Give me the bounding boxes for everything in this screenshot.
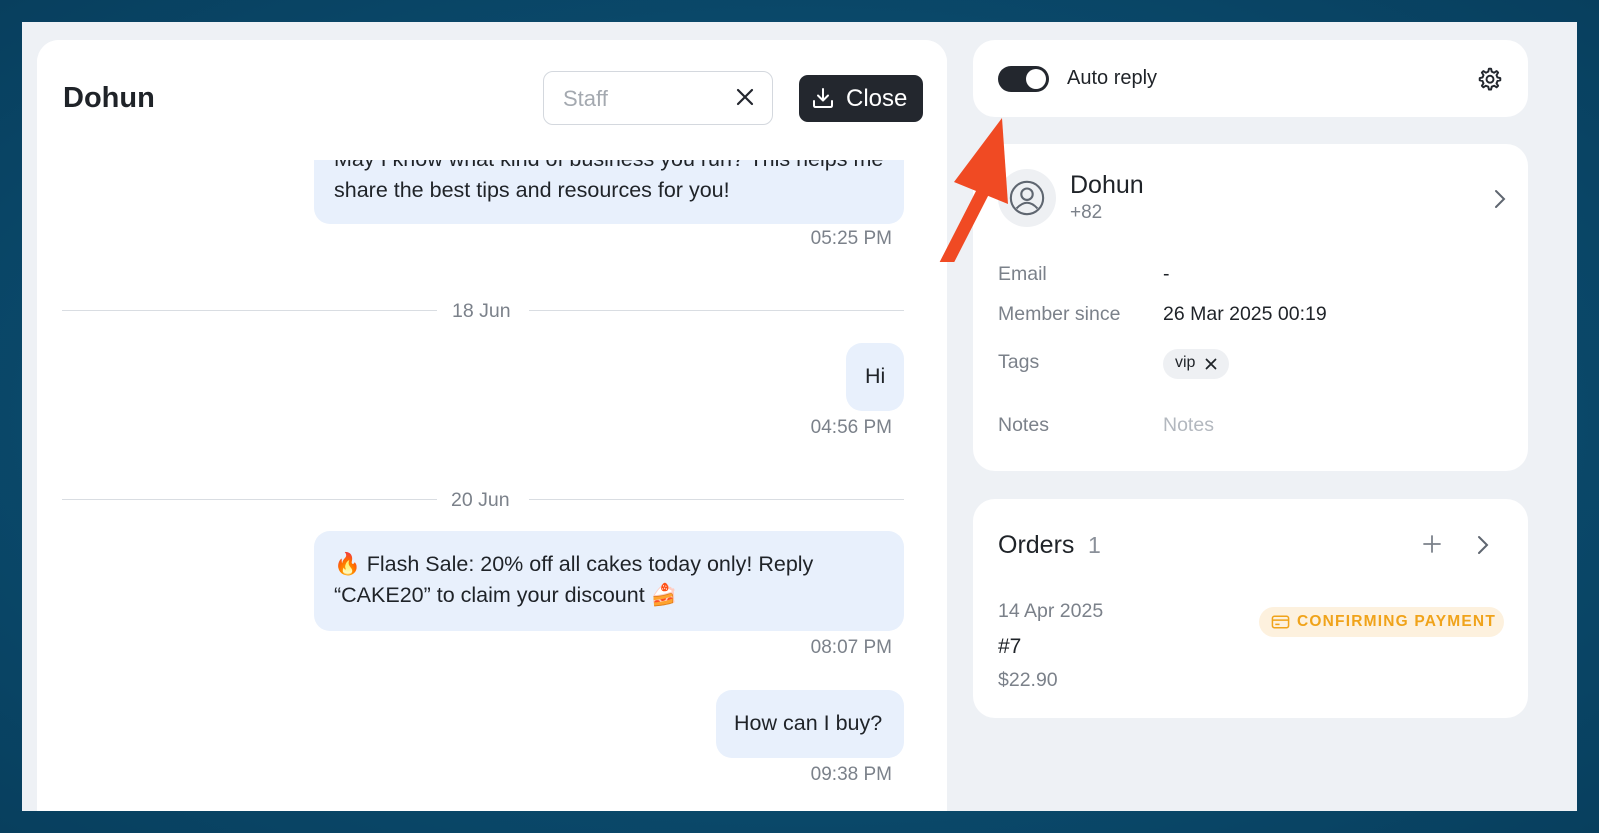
download-icon <box>813 88 833 108</box>
auto-reply-label: Auto reply <box>1067 67 1158 89</box>
tag-chip: vip <box>1163 349 1229 379</box>
gear-icon[interactable] <box>1477 66 1503 92</box>
email-label: Email <box>998 263 1047 285</box>
date-divider: 18 Jun <box>452 300 511 322</box>
message-text: 🔥 Flash Sale: 20% off all cakes today on… <box>334 552 814 607</box>
status-badge-label: CONFIRMING PAYMENT <box>1297 613 1496 630</box>
member-since-label: Member since <box>998 303 1121 325</box>
notes-input[interactable]: Notes <box>1163 414 1214 437</box>
message-time: 04:56 PM <box>810 417 892 438</box>
status-badge: CONFIRMING PAYMENT <box>1259 607 1504 637</box>
contact-card: Dohun +82 Email - Member since 26 Mar 20… <box>973 144 1528 471</box>
orders-card: Orders 1 14 Apr 2025 #7 $22.90 CONFIRMIN… <box>973 499 1528 718</box>
notes-label: Notes <box>998 414 1049 436</box>
date-divider: 20 Jun <box>451 489 510 511</box>
auto-reply-toggle[interactable] <box>998 66 1049 92</box>
contact-phone: +82 <box>1070 202 1103 223</box>
remove-tag-icon[interactable] <box>1205 358 1217 370</box>
message-time: 08:07 PM <box>810 637 892 658</box>
credit-card-icon <box>1271 615 1290 629</box>
contact-name: Dohun <box>1070 171 1144 199</box>
add-order-icon[interactable] <box>1422 534 1442 554</box>
date-divider-line <box>529 310 904 311</box>
order-number[interactable]: #7 <box>998 635 1021 659</box>
date-divider-line <box>62 499 437 500</box>
message-text: How can I buy? <box>734 711 883 735</box>
message-time: 05:25 PM <box>810 228 892 249</box>
chevron-right-icon[interactable] <box>1476 534 1490 556</box>
staff-placeholder: Staff <box>563 86 608 111</box>
auto-reply-card: Auto reply <box>973 40 1528 117</box>
app-frame: May I know what kind of business you run… <box>22 22 1577 811</box>
toggle-knob <box>1026 69 1046 89</box>
chat-panel: May I know what kind of business you run… <box>37 40 947 811</box>
member-since-value: 26 Mar 2025 00:19 <box>1163 303 1327 325</box>
chat-title: Dohun <box>63 82 155 114</box>
date-divider-line <box>529 499 904 500</box>
orders-count: 1 <box>1088 532 1101 558</box>
chat-header: Dohun Staff Close <box>37 40 947 160</box>
message-bubble: How can I buy? <box>716 690 904 758</box>
close-button[interactable]: Close <box>799 75 923 122</box>
tag-label: vip <box>1175 354 1196 371</box>
order-amount: $22.90 <box>998 669 1058 691</box>
clear-icon[interactable] <box>734 84 756 110</box>
message-time: 09:38 PM <box>810 764 892 785</box>
tags-label: Tags <box>998 351 1040 373</box>
message-bubble: Hi <box>846 343 904 411</box>
order-date: 14 Apr 2025 <box>998 600 1104 622</box>
close-button-label: Close <box>846 85 908 112</box>
email-value: - <box>1163 263 1170 285</box>
staff-select[interactable]: Staff <box>543 71 773 125</box>
date-divider-line <box>62 310 437 311</box>
orders-title: Orders <box>998 531 1075 559</box>
message-bubble: 🔥 Flash Sale: 20% off all cakes today on… <box>314 531 904 631</box>
message-text: Hi <box>865 364 886 388</box>
chevron-right-icon[interactable] <box>1493 188 1507 210</box>
